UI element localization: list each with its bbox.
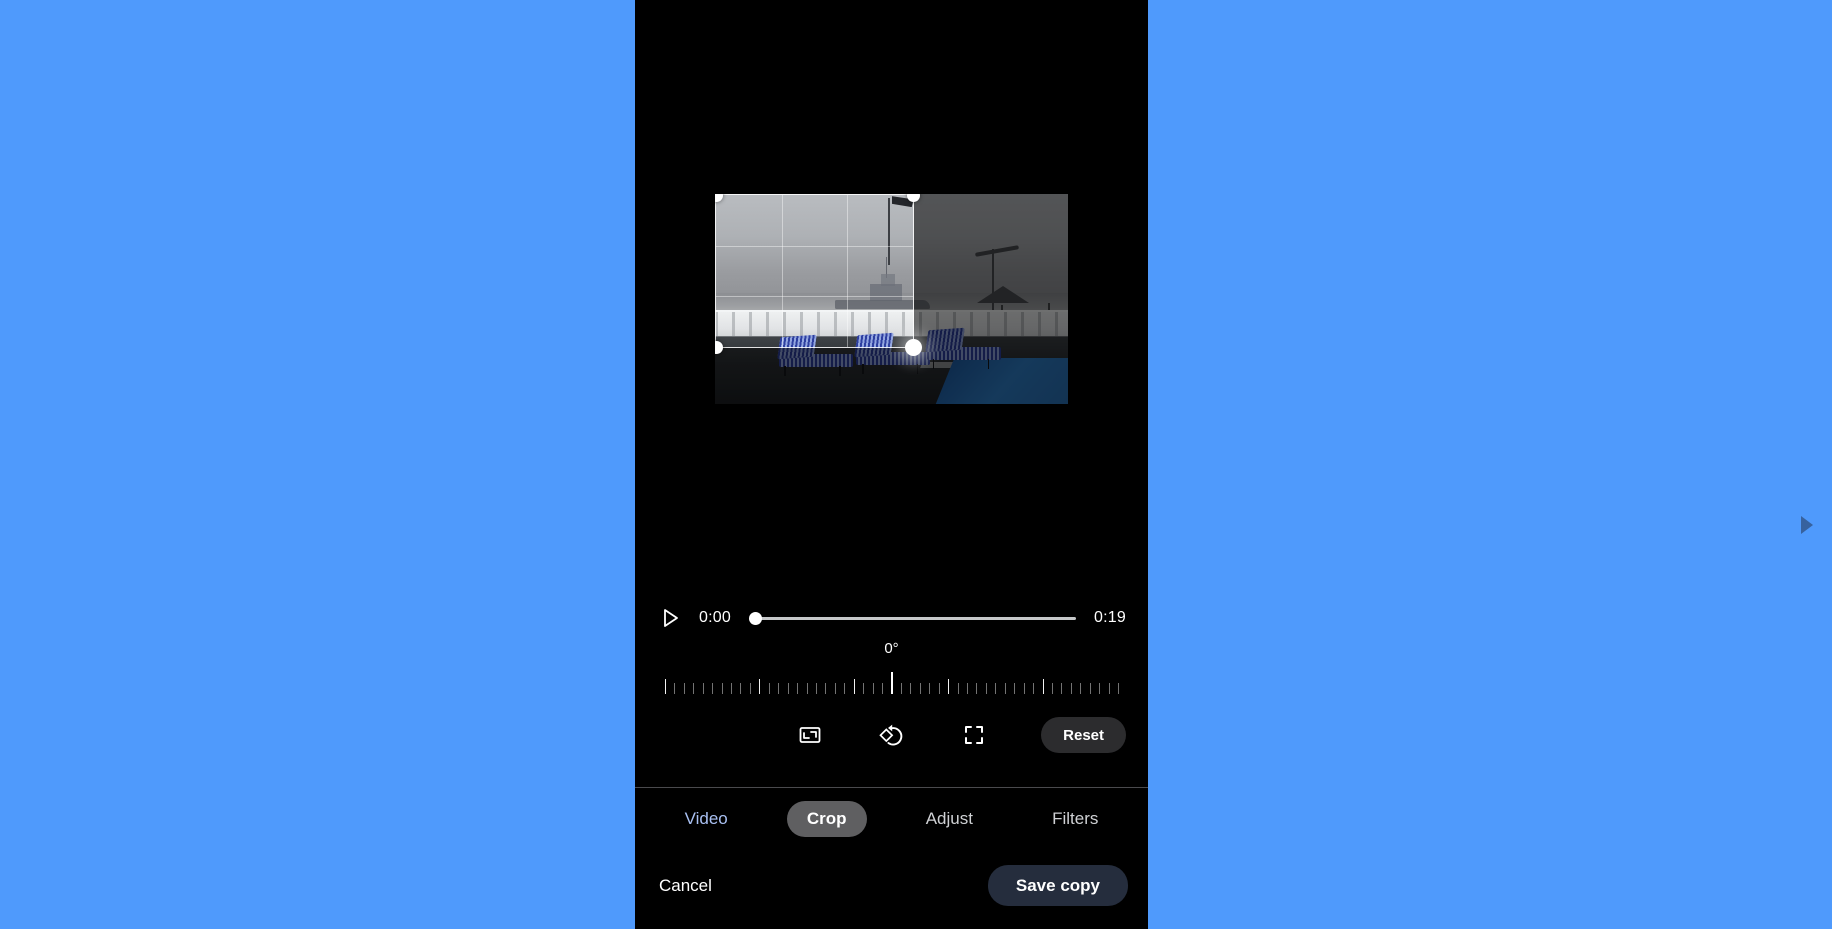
playback-controls: 0:00 0:19 bbox=[635, 598, 1148, 638]
dial-tick bbox=[966, 683, 968, 694]
dial-tick bbox=[787, 683, 789, 694]
dial-tick bbox=[731, 683, 733, 694]
dial-tick bbox=[929, 683, 931, 694]
dial-tick-major bbox=[1042, 679, 1044, 694]
crop-grid-line-vertical bbox=[781, 195, 783, 347]
rotation-dial[interactable] bbox=[665, 670, 1119, 694]
dial-tick bbox=[1033, 683, 1035, 694]
dial-tick bbox=[749, 683, 751, 694]
dial-tick bbox=[900, 683, 902, 694]
dial-tick bbox=[712, 683, 714, 694]
total-time-label: 0:19 bbox=[1094, 609, 1126, 626]
crop-handle-bottom-left[interactable] bbox=[715, 340, 723, 354]
dial-tick bbox=[863, 683, 865, 694]
dial-tick bbox=[910, 683, 912, 694]
seek-thumb[interactable] bbox=[748, 611, 762, 625]
crop-rectangle[interactable] bbox=[715, 194, 922, 356]
video-editor-window: 0:00 0:19 0° Reset Video Crop Adjust Fil… bbox=[635, 0, 1148, 929]
dial-tick-major bbox=[948, 679, 950, 694]
dial-tick bbox=[768, 683, 770, 694]
dial-tick bbox=[1061, 683, 1063, 694]
dial-tick bbox=[882, 683, 884, 694]
mouse-cursor bbox=[1801, 516, 1813, 534]
dial-tick-major bbox=[665, 679, 666, 694]
seek-bar[interactable] bbox=[748, 604, 1077, 632]
dial-tick bbox=[1089, 683, 1091, 694]
dial-tick bbox=[1099, 683, 1101, 694]
rotation-value-label: 0° bbox=[884, 640, 899, 657]
current-time-label: 0:00 bbox=[699, 609, 731, 626]
expand-icon bbox=[964, 726, 983, 744]
crop-mask-right bbox=[914, 194, 1068, 348]
dial-tick bbox=[1051, 683, 1053, 694]
play-icon bbox=[664, 609, 678, 627]
dial-tick bbox=[938, 683, 940, 694]
crop-grid-line-horizontal bbox=[716, 245, 913, 247]
dial-tick bbox=[693, 683, 695, 694]
dial-tick-major bbox=[759, 679, 761, 694]
dial-tick bbox=[1118, 683, 1119, 694]
dial-tick bbox=[797, 683, 799, 694]
cancel-button[interactable]: Cancel bbox=[655, 868, 716, 904]
dial-tick bbox=[872, 683, 874, 694]
dial-tick bbox=[976, 683, 978, 694]
dial-tick bbox=[1108, 683, 1110, 694]
dial-tick bbox=[957, 683, 959, 694]
reset-button[interactable]: Reset bbox=[1041, 717, 1126, 753]
save-copy-button[interactable]: Save copy bbox=[987, 865, 1128, 906]
crop-grid-line-vertical bbox=[847, 195, 849, 347]
tab-filters[interactable]: Filters bbox=[1032, 801, 1118, 837]
dial-tick bbox=[844, 683, 846, 694]
dial-tick bbox=[1080, 683, 1082, 694]
aspect-ratio-icon bbox=[799, 727, 820, 743]
dial-tick bbox=[674, 683, 676, 694]
rotate-icon bbox=[878, 724, 902, 746]
dial-tick bbox=[891, 683, 893, 694]
dial-tick bbox=[683, 683, 685, 694]
tab-crop[interactable]: Crop bbox=[786, 801, 867, 837]
action-bar: Cancel Save copy bbox=[635, 850, 1148, 929]
crop-handle-top-left[interactable] bbox=[715, 194, 723, 202]
rotate-button[interactable] bbox=[875, 718, 909, 752]
aspect-ratio-button[interactable] bbox=[793, 718, 827, 752]
crop-grid-line-horizontal bbox=[716, 296, 913, 298]
crop-handle-top-right[interactable] bbox=[906, 194, 920, 202]
seek-track[interactable] bbox=[752, 616, 1077, 620]
tab-video[interactable]: Video bbox=[665, 801, 748, 837]
play-button[interactable] bbox=[657, 604, 685, 632]
dial-tick bbox=[702, 683, 704, 694]
video-preview-stage[interactable] bbox=[715, 194, 1068, 404]
dial-tick bbox=[919, 683, 921, 694]
dial-tick bbox=[1014, 683, 1016, 694]
editor-area: 0:00 0:19 0° Reset bbox=[635, 0, 1148, 788]
crop-tool-row: Reset bbox=[635, 712, 1148, 758]
dial-tick bbox=[806, 683, 808, 694]
dial-tick bbox=[995, 683, 997, 694]
crop-mask-bottom bbox=[715, 348, 1068, 404]
dial-tick bbox=[721, 683, 723, 694]
dial-tick bbox=[1004, 683, 1006, 694]
tab-adjust[interactable]: Adjust bbox=[906, 801, 993, 837]
dial-tick bbox=[740, 683, 742, 694]
dial-tick bbox=[825, 683, 827, 694]
dial-tick bbox=[1023, 683, 1025, 694]
rotation-section: 0° bbox=[635, 640, 1148, 705]
video-frame bbox=[715, 194, 1068, 404]
dial-tick bbox=[985, 683, 987, 694]
crop-handle-bottom-right[interactable] bbox=[904, 338, 922, 356]
dial-tick bbox=[1070, 683, 1072, 694]
editor-tab-bar: Video Crop Adjust Filters bbox=[635, 788, 1148, 850]
dial-tick bbox=[815, 683, 817, 694]
expand-button[interactable] bbox=[957, 718, 991, 752]
dial-tick bbox=[834, 683, 836, 694]
dial-tick-major bbox=[853, 679, 855, 694]
dial-tick bbox=[778, 683, 780, 694]
